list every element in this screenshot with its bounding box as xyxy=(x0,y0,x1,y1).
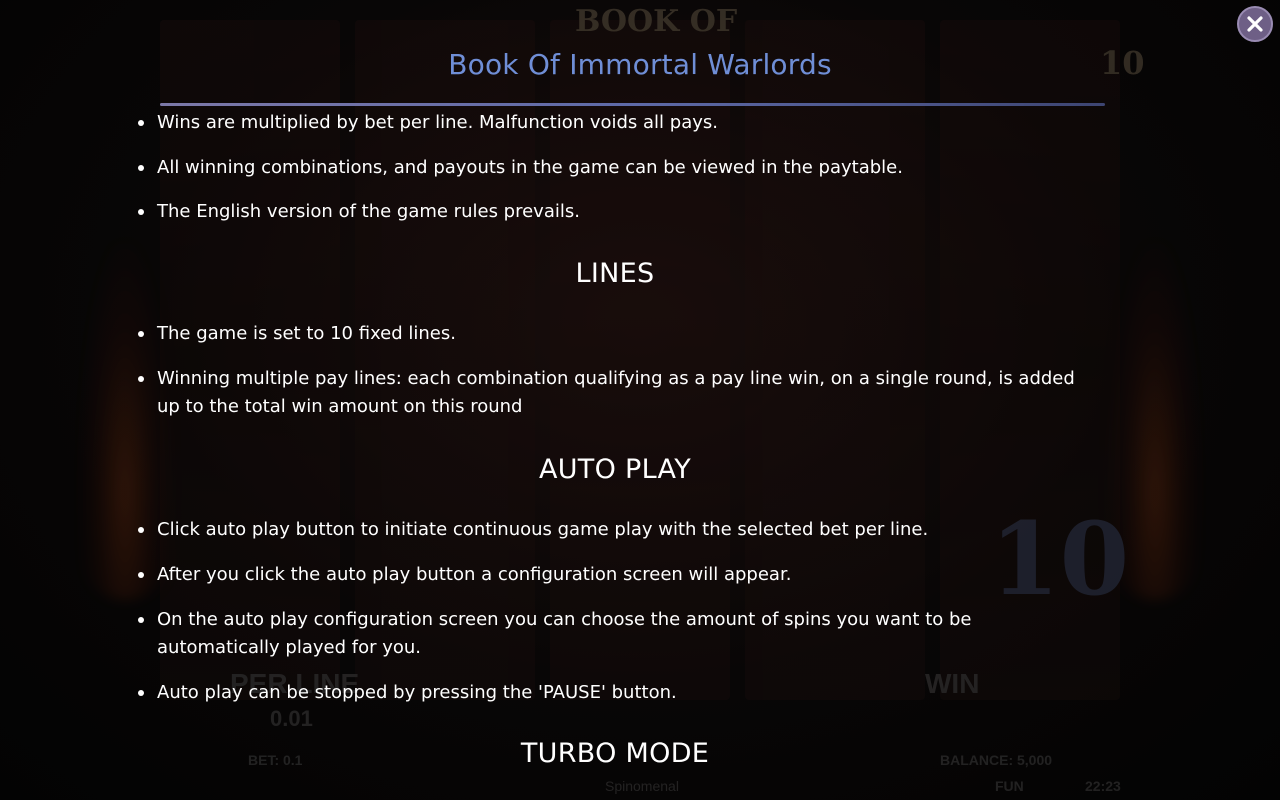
rule-item: Winning multiple pay lines: each combina… xyxy=(138,365,1077,421)
game-rules-screen: BOOK OF 10 10 PER LINE 0.01 WIN BET: 0.1… xyxy=(0,0,1280,800)
rules-content: Wins are multiplied by bet per line. Mal… xyxy=(0,0,1280,800)
section-heading-auto-play: AUTO PLAY xyxy=(538,454,692,485)
rule-item: Auto play can be stopped by pressing the… xyxy=(138,679,1077,707)
rule-item: Click auto play button to initiate conti… xyxy=(138,516,1077,544)
rule-item: After you click the auto play button a c… xyxy=(138,561,1077,589)
rule-item: The game is set to 10 fixed lines. xyxy=(138,320,1077,348)
rule-item: All winning combinations, and payouts in… xyxy=(138,154,1077,182)
rule-item: The English version of the game rules pr… xyxy=(138,198,1077,226)
rule-item: Wins are multiplied by bet per line. Mal… xyxy=(138,109,1077,137)
rules-overlay: Book Of Immortal Warlords Wins are multi… xyxy=(0,0,1280,800)
section-heading-turbo-mode: TURBO MODE xyxy=(520,738,710,769)
section-heading-lines: LINES xyxy=(575,258,655,289)
rule-item: On the auto play configuration screen yo… xyxy=(138,606,1077,662)
